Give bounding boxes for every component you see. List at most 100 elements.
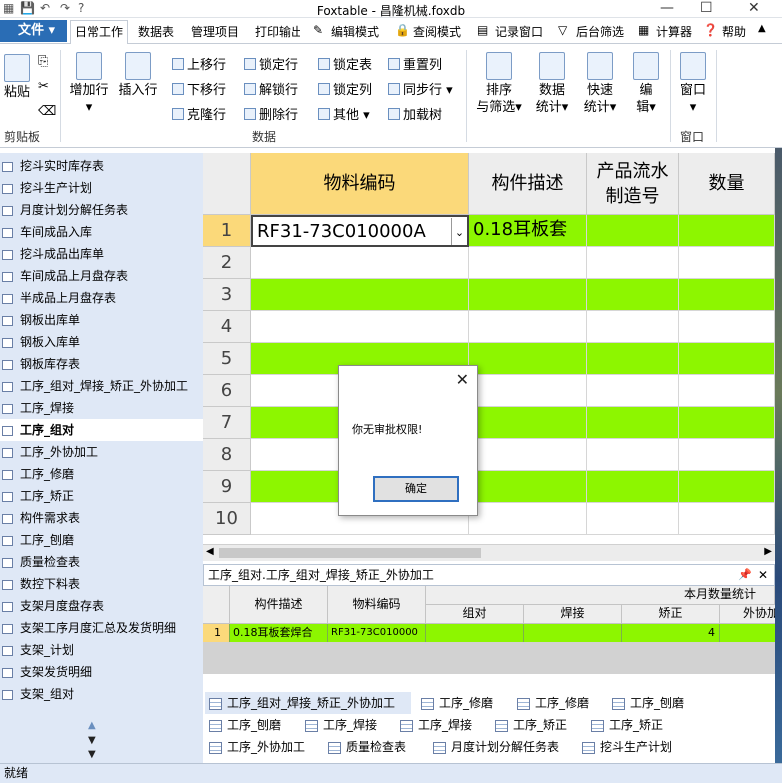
- quantity-cell[interactable]: [679, 375, 775, 407]
- ok-button[interactable]: 确定: [373, 476, 459, 502]
- description-cell[interactable]: [469, 247, 587, 279]
- description-cell[interactable]: [469, 503, 587, 535]
- tab-item[interactable]: 挖斗生产计划: [578, 736, 672, 758]
- add-row-button[interactable]: 增加行 ▾: [66, 52, 112, 116]
- nav-item[interactable]: 工序_外协加工: [0, 441, 203, 463]
- column-header-quantity[interactable]: 数量: [679, 153, 775, 215]
- tab-item[interactable]: 工序_刨磨: [608, 692, 684, 714]
- window-button[interactable]: 窗口 ▾: [674, 52, 712, 116]
- nav-item[interactable]: 车间成品入库: [0, 221, 203, 243]
- close-icon[interactable]: ✕: [748, 0, 760, 16]
- nav-item[interactable]: 工序_组对_焊接_矫正_外协加工: [0, 375, 203, 397]
- nav-item[interactable]: 钢板库存表: [0, 353, 203, 375]
- tab-item[interactable]: 工序_修磨: [513, 692, 589, 714]
- sub-waixie-cell[interactable]: [720, 624, 775, 642]
- nav-item[interactable]: 支架工序月度汇总及发货明细: [0, 617, 203, 639]
- nav-item[interactable]: 构件需求表: [0, 507, 203, 529]
- tab-item[interactable]: 工序_刨磨: [205, 714, 281, 736]
- quick-stats-button[interactable]: 快速 统计▾: [578, 52, 622, 116]
- scroll-down-icon[interactable]: ▼: [88, 735, 96, 746]
- description-cell[interactable]: [469, 375, 587, 407]
- load-tree-button[interactable]: 加载树: [388, 104, 442, 123]
- ribbon-collapse-icon[interactable]: ▲: [758, 23, 766, 34]
- quantity-cell[interactable]: [679, 439, 775, 471]
- serial-cell[interactable]: [587, 471, 679, 503]
- cut-icon[interactable]: ✂: [38, 79, 49, 94]
- horizontal-scrollbar[interactable]: ◀ ▶: [203, 544, 775, 561]
- nav-item-selected[interactable]: 工序_组对: [0, 419, 203, 441]
- close-panel-icon[interactable]: ✕: [758, 565, 768, 585]
- description-cell[interactable]: [469, 439, 587, 471]
- scroll-bottom-icon[interactable]: ▼: [88, 749, 96, 760]
- scroll-right-icon[interactable]: ▶: [764, 546, 772, 557]
- move-up-button[interactable]: 上移行: [172, 54, 226, 73]
- tab-view-mode[interactable]: 查阅模式: [413, 23, 461, 40]
- pin-icon[interactable]: 📌: [738, 565, 752, 585]
- tab-item[interactable]: 工序_组对_焊接_矫正_外协加工: [205, 692, 411, 714]
- row-number[interactable]: 1: [203, 215, 251, 247]
- lock-row-button[interactable]: 锁定行: [244, 54, 298, 73]
- quantity-cell[interactable]: [679, 215, 775, 247]
- scroll-left-icon[interactable]: ◀: [206, 546, 214, 557]
- row-number[interactable]: 5: [203, 343, 251, 375]
- row-number[interactable]: 9: [203, 471, 251, 503]
- copy-icon[interactable]: ⎘: [38, 54, 48, 69]
- serial-cell[interactable]: [587, 247, 679, 279]
- quantity-cell[interactable]: [679, 247, 775, 279]
- sub-header-description[interactable]: 构件描述: [230, 586, 328, 624]
- nav-item[interactable]: 挖斗成品出库单: [0, 243, 203, 265]
- nav-item[interactable]: 钢板出库单: [0, 309, 203, 331]
- sub-header-zudui[interactable]: 组对: [426, 605, 524, 624]
- sub-header-hanjie[interactable]: 焊接: [524, 605, 622, 624]
- data-stats-button[interactable]: 数据 统计▾: [530, 52, 574, 116]
- tab-edit-mode[interactable]: 编辑模式: [331, 23, 379, 40]
- tab-item[interactable]: 工序_外协加工: [205, 736, 305, 758]
- quantity-cell[interactable]: [679, 407, 775, 439]
- nav-item[interactable]: 挖斗生产计划: [0, 177, 203, 199]
- row-number[interactable]: 10: [203, 503, 251, 535]
- sort-filter-button[interactable]: 排序 与筛选▾: [472, 52, 526, 116]
- sub-jiaozheng-cell[interactable]: 4: [622, 624, 720, 642]
- sub-header-jiaozheng[interactable]: 矫正: [622, 605, 720, 624]
- row-number[interactable]: 8: [203, 439, 251, 471]
- material-code-cell[interactable]: [251, 247, 469, 279]
- move-down-button[interactable]: 下移行: [172, 79, 226, 98]
- sub-corner[interactable]: [203, 586, 230, 624]
- lock-column-button[interactable]: 锁定列: [318, 79, 372, 98]
- tab-item[interactable]: 工序_焊接: [301, 714, 377, 736]
- nav-item[interactable]: 半成品上月盘存表: [0, 287, 203, 309]
- nav-item[interactable]: 支架发货明细: [0, 661, 203, 683]
- insert-row-button[interactable]: 插入行: [114, 52, 162, 99]
- delete-row-button[interactable]: 删除行: [244, 104, 298, 123]
- nav-item[interactable]: 挖斗实时库存表: [0, 155, 203, 177]
- sub-header-material-code[interactable]: 物料编码: [328, 586, 426, 624]
- nav-item[interactable]: 支架_组对: [0, 683, 203, 705]
- row-number[interactable]: 4: [203, 311, 251, 343]
- tab-item[interactable]: 月度计划分解任务表: [429, 736, 559, 758]
- nav-item[interactable]: 支架_计划: [0, 639, 203, 661]
- nav-item[interactable]: 工序_刨磨: [0, 529, 203, 551]
- nav-item[interactable]: 质量检查表: [0, 551, 203, 573]
- edit-button[interactable]: 编辑▾: [626, 52, 666, 116]
- description-cell[interactable]: [469, 279, 587, 311]
- nav-item[interactable]: 工序_焊接: [0, 397, 203, 419]
- serial-cell[interactable]: [587, 279, 679, 311]
- sub-description-cell[interactable]: 0.18耳板套焊合: [230, 624, 328, 642]
- nav-item[interactable]: 车间成品上月盘存表: [0, 265, 203, 287]
- tab-calculator[interactable]: 计算器: [656, 23, 692, 40]
- tab-item[interactable]: 质量检查表: [324, 736, 406, 758]
- lock-table-button[interactable]: 锁定表: [318, 54, 372, 73]
- format-painter-icon[interactable]: ⌫: [38, 104, 56, 119]
- grid-corner[interactable]: [203, 153, 251, 215]
- nav-item[interactable]: 支架月度盘存表: [0, 595, 203, 617]
- row-number[interactable]: 7: [203, 407, 251, 439]
- material-code-cell-editing[interactable]: RF31-73C010000A ⌄: [251, 215, 469, 247]
- serial-cell[interactable]: [587, 343, 679, 375]
- description-cell[interactable]: [469, 311, 587, 343]
- sub-header-waixie[interactable]: 外协加: [720, 605, 775, 624]
- row-number[interactable]: 6: [203, 375, 251, 407]
- description-cell[interactable]: [469, 407, 587, 439]
- paste-button[interactable]: 粘贴: [2, 54, 32, 101]
- minimize-icon[interactable]: —: [660, 0, 674, 16]
- nav-item[interactable]: 月度计划分解任务表: [0, 199, 203, 221]
